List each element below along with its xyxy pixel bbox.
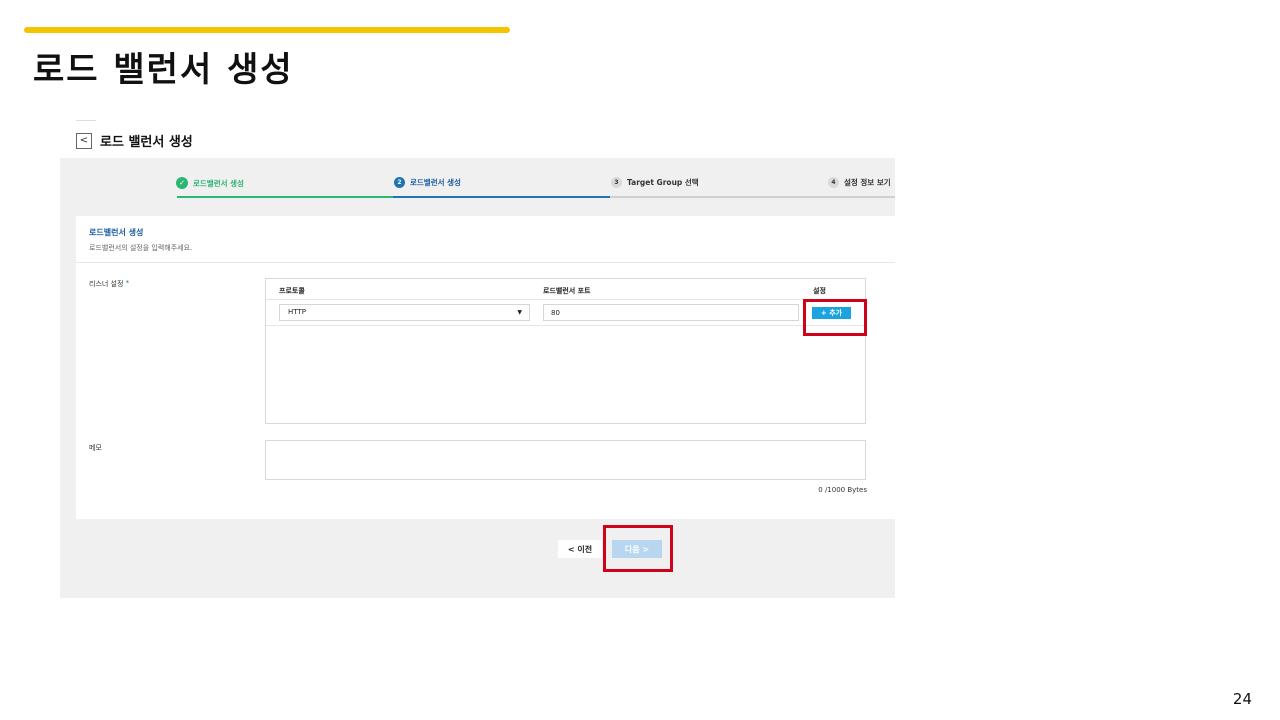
port-input[interactable]	[543, 304, 799, 321]
step-4: 4 설정 정보 보기	[828, 177, 891, 188]
step-label: 로드밸런서 생성	[193, 178, 244, 188]
step-label: 로드밸런서 생성	[410, 178, 461, 187]
accent-bar	[24, 27, 510, 33]
stepper: ✓ 로드밸런서 생성 2 로드밸런서 생성 3 Target Group 선택 …	[60, 158, 895, 202]
step-number: 2	[394, 177, 405, 188]
console-header: < 로드 밸런서 생성	[60, 120, 895, 158]
protocol-value: HTTP	[288, 308, 306, 316]
listener-label: 리스너 설정 *	[89, 279, 130, 288]
check-icon: ✓	[176, 177, 188, 189]
panel-heading: 로드밸런서 생성	[89, 228, 144, 237]
memo-textarea[interactable]	[265, 440, 866, 480]
column-header-settings: 설정	[813, 287, 826, 295]
caret-down-icon: ▼	[517, 309, 522, 316]
panel-description: 로드밸런서의 설정을 입력해주세요.	[89, 244, 193, 252]
column-header-port: 로드밸런서 포트	[543, 287, 591, 295]
console-body: ✓ 로드밸런서 생성 2 로드밸런서 생성 3 Target Group 선택 …	[60, 158, 895, 598]
divider	[76, 262, 895, 263]
step-label: 설정 정보 보기	[844, 178, 891, 187]
back-button[interactable]: <	[76, 133, 92, 149]
previous-button[interactable]: < 이전	[558, 540, 602, 558]
step-1: ✓ 로드밸런서 생성	[176, 177, 244, 189]
console-screenshot: < 로드 밸런서 생성 ✓ 로드밸런서 생성 2 로드밸런서 생성 3 Targ…	[60, 120, 895, 598]
slide-title: 로드 밸런서 생성	[33, 50, 294, 90]
column-header-protocol: 프로토콜	[279, 287, 305, 295]
required-mark: *	[125, 279, 130, 287]
page-title: 로드 밸런서 생성	[100, 135, 193, 150]
chevron-left-icon: <	[79, 135, 89, 146]
step-number: 3	[611, 177, 622, 188]
listener-table: 프로토콜 로드밸런서 포트 설정 HTTP ▼ + 추가	[265, 278, 866, 424]
step-3: 3 Target Group 선택	[611, 177, 699, 188]
protocol-select[interactable]: HTTP ▼	[279, 304, 530, 321]
page-number: 24	[1232, 690, 1252, 708]
add-listener-button[interactable]: + 추가	[812, 307, 851, 319]
form-panel: 로드밸런서 생성 로드밸런서의 설정을 입력해주세요. 리스너 설정 * 프로토…	[76, 216, 895, 519]
step-number: 4	[828, 177, 839, 188]
step-label: Target Group 선택	[627, 178, 699, 187]
byte-counter: 0 /1000 Bytes	[818, 486, 867, 494]
memo-label: 메모	[89, 444, 102, 452]
step-2: 2 로드밸런서 생성	[394, 177, 461, 188]
next-button[interactable]: 다음 >	[612, 540, 662, 558]
